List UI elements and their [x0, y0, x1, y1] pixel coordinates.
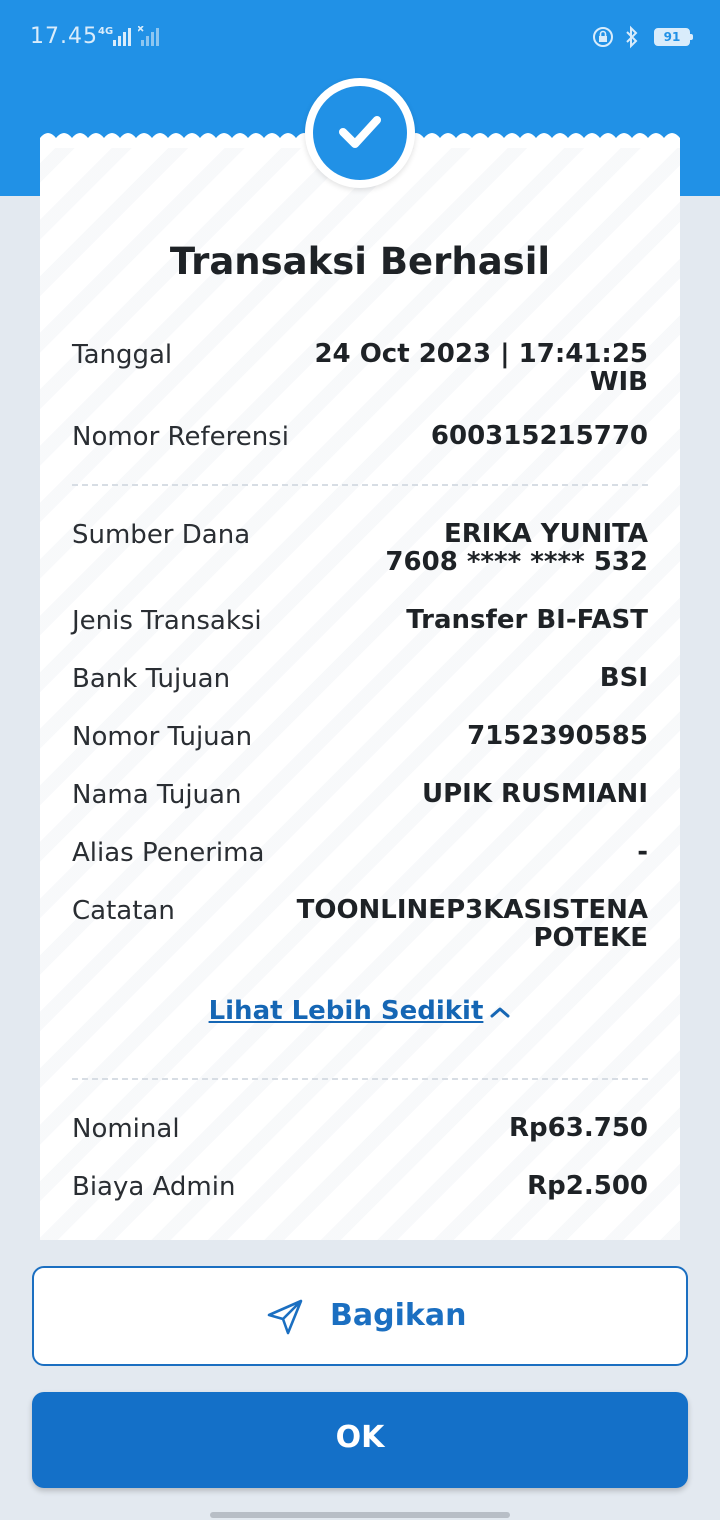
- detail-value-line: Rp2.500: [527, 1171, 648, 1201]
- detail-label: Alias Penerima: [72, 838, 265, 868]
- detail-value: UPIK RUSMIANI: [422, 780, 648, 808]
- status-time: 17.45: [30, 24, 98, 49]
- network-type: 4G: [98, 26, 114, 37]
- show-less-label: Lihat Lebih Sedikit: [208, 996, 484, 1026]
- ok-label: OK: [335, 1420, 385, 1455]
- detail-label: Nomor Referensi: [72, 422, 289, 452]
- share-button[interactable]: Bagikan: [32, 1266, 688, 1366]
- detail-value-line: POTEKE: [533, 923, 648, 953]
- detail-label: Nominal: [72, 1114, 180, 1144]
- detail-label: Catatan: [72, 896, 175, 926]
- detail-value-line: ERIKA YUNITA: [444, 519, 648, 549]
- ok-button[interactable]: OK: [32, 1392, 688, 1488]
- detail-value-line: Transfer BI-FAST: [406, 605, 648, 635]
- detail-value: 600315215770: [431, 422, 648, 450]
- detail-label: Nama Tujuan: [72, 780, 242, 810]
- detail-value-line: 600315215770: [430, 421, 648, 451]
- detail-value-line: 7152390585: [467, 721, 648, 751]
- detail-value-line: WIB: [589, 367, 648, 397]
- detail-value-line: TOONLINEP3KASISTENA: [296, 895, 648, 925]
- detail-label: Bank Tujuan: [72, 664, 231, 694]
- lock-icon: [593, 27, 613, 47]
- detail-value: Rp63.750: [509, 1114, 648, 1142]
- share-send-icon: [267, 1299, 303, 1335]
- detail-label: Biaya Admin: [72, 1172, 236, 1202]
- detail-label: Nomor Tujuan: [72, 722, 253, 752]
- share-label: Bagikan: [330, 1298, 467, 1333]
- detail-value-line: 7608 **** **** 532: [385, 547, 648, 577]
- status-bar: 17.45 4G 91: [0, 0, 720, 76]
- detail-label: Tanggal: [72, 340, 173, 370]
- chevron-up-icon: [490, 1007, 510, 1017]
- detail-value-line: -: [637, 837, 648, 867]
- detail-value-line: 24 Oct 2023 | 17:41:25: [314, 339, 648, 369]
- show-less-link[interactable]: Lihat Lebih Sedikit: [0, 996, 720, 1026]
- battery-icon: 91: [654, 28, 693, 46]
- detail-value-line: BSI: [599, 663, 648, 693]
- divider: [72, 484, 648, 486]
- check-icon: [339, 116, 381, 148]
- bluetooth-icon: [626, 25, 638, 49]
- detail-value: 7152390585: [467, 722, 648, 750]
- detail-label: Jenis Transaksi: [72, 606, 262, 636]
- detail-value: Transfer BI-FAST: [406, 606, 648, 634]
- detail-label: Sumber Dana: [72, 520, 251, 550]
- detail-value-line: Rp63.750: [509, 1113, 648, 1143]
- success-badge: [305, 78, 415, 188]
- detail-value: -: [637, 838, 648, 866]
- home-indicator[interactable]: [210, 1512, 510, 1518]
- success-circle: [313, 86, 407, 180]
- detail-value: TOONLINEP3KASISTENA POTEKE: [297, 896, 648, 952]
- signal-icon: [113, 28, 131, 46]
- detail-value: Rp2.500: [527, 1172, 648, 1200]
- signal-2-icon: [138, 26, 159, 46]
- detail-value-line: UPIK RUSMIANI: [421, 779, 648, 809]
- page-title: Transaksi Berhasil: [169, 240, 551, 283]
- divider: [72, 1078, 648, 1080]
- detail-value: BSI: [600, 664, 648, 692]
- detail-value: ERIKA YUNITA 7608 **** **** 532: [385, 520, 648, 576]
- detail-value: 24 Oct 2023 | 17:41:25 WIB: [314, 340, 648, 396]
